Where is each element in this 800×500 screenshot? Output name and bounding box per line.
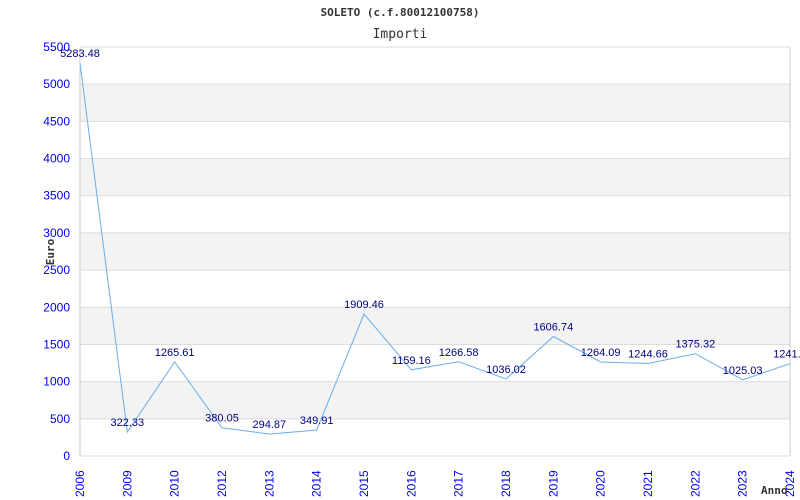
data-label: 1241.3 (773, 349, 800, 361)
data-label: 1375.32 (675, 339, 715, 351)
y-tick-label: 1500 (43, 337, 70, 351)
x-tick-label: 2023 (736, 470, 750, 497)
x-tick-label: 2014 (310, 470, 324, 497)
data-label: 380.05 (205, 413, 239, 425)
x-tick-label: 2017 (452, 470, 466, 497)
y-tick-label: 3500 (43, 189, 70, 203)
x-tick-label: 2015 (357, 470, 371, 497)
data-label: 1606.74 (533, 322, 573, 334)
grid-band (80, 232, 790, 271)
data-label: 1025.03 (723, 365, 763, 377)
y-tick-label: 0 (63, 449, 70, 463)
y-tick-label: 500 (50, 412, 70, 426)
x-tick-label: 2010 (168, 470, 182, 497)
grid-band (80, 381, 790, 419)
grid-band (80, 158, 790, 196)
data-label: 349.91 (300, 415, 334, 427)
x-axis-label: Anno (761, 484, 788, 497)
data-label: 1264.09 (581, 347, 621, 359)
x-tick-label: 2006 (73, 470, 87, 497)
data-label: 1909.46 (344, 299, 384, 311)
x-tick-label: 2019 (546, 470, 560, 497)
data-label: 1036.02 (486, 364, 526, 376)
y-tick-label: 3000 (43, 226, 70, 240)
x-tick-label: 2021 (641, 470, 655, 497)
data-label: 294.87 (253, 419, 287, 431)
x-tick-label: 2022 (688, 470, 702, 497)
data-label: 322.33 (111, 417, 145, 429)
line-chart: SOLETO (c.f.80012100758) Importi 0 500 100… (43, 6, 800, 497)
data-label: 1265.61 (155, 347, 195, 359)
x-tick-label: 2016 (404, 470, 418, 497)
data-label: 1244.66 (628, 348, 668, 360)
y-tick-label: 5000 (43, 77, 70, 91)
x-tick-label: 2012 (215, 470, 229, 497)
data-label: 1159.16 (392, 355, 431, 367)
data-label: 5283.48 (60, 48, 100, 60)
data-label: 1266.58 (439, 347, 479, 359)
y-tick-label: 1000 (43, 375, 70, 389)
grid-band (80, 84, 790, 122)
x-tick-label: 2009 (120, 470, 134, 497)
chart-subtitle: Importi (373, 27, 428, 42)
chart-title: SOLETO (c.f.80012100758) (321, 6, 480, 19)
y-tick-label: 4000 (43, 152, 70, 166)
y-axis-label: Euro (44, 238, 57, 265)
y-tick-label: 2000 (43, 300, 70, 314)
x-tick-label: 2018 (499, 470, 513, 497)
x-tick-label: 2020 (594, 470, 608, 497)
y-tick-label: 4500 (43, 114, 70, 128)
x-tick-label: 2013 (262, 470, 276, 497)
